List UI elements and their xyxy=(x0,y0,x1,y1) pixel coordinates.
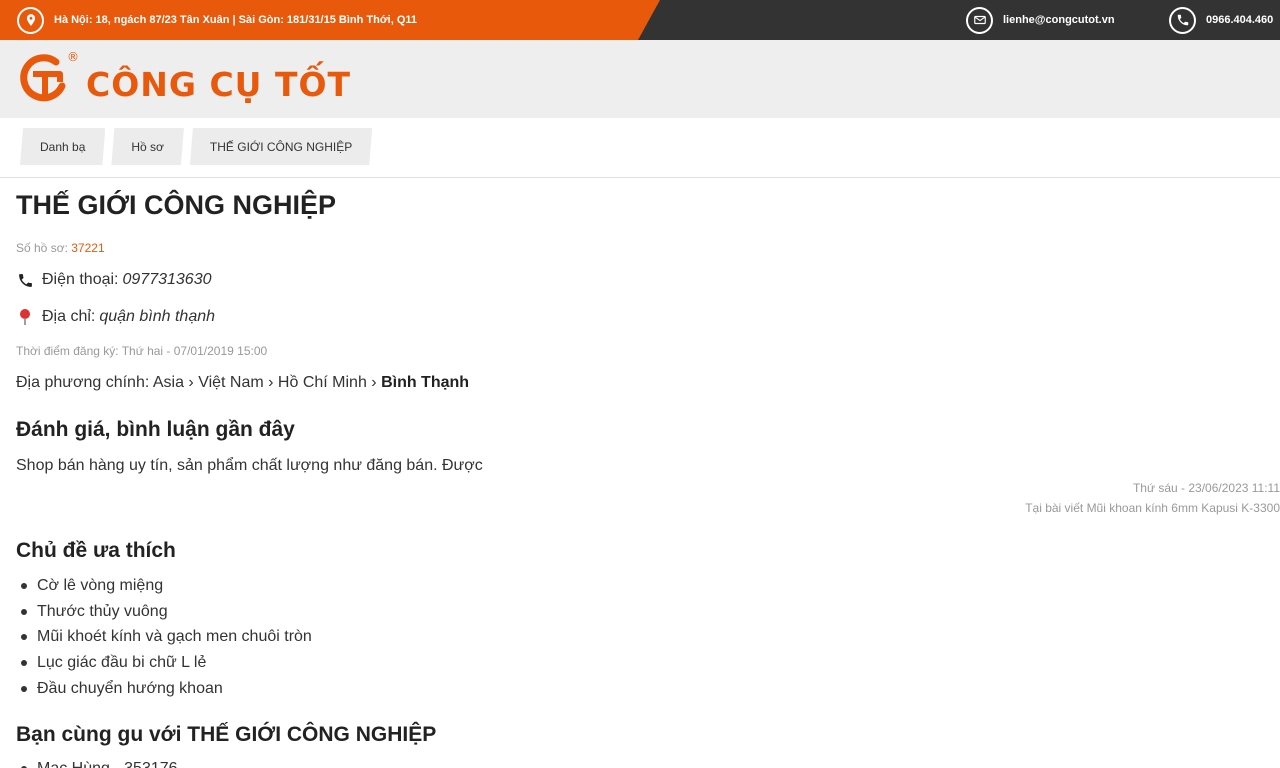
topic-label[interactable]: Đầu chuyển hướng khoan xyxy=(37,680,223,698)
email-text[interactable]: lienhe@congcutot.vn xyxy=(1003,14,1115,26)
registered-time: Thời điểm đăng ký: Thứ hai - 07/01/2019 … xyxy=(16,344,268,358)
breadcrumb-item-profile[interactable]: Hồ sơ xyxy=(111,128,184,165)
reviews-heading: Đánh giá, bình luận gần đây xyxy=(16,418,295,441)
phone-line: Điện thoại: 0977313630 xyxy=(16,271,211,289)
phone-text[interactable]: 0966.404.460 xyxy=(1206,14,1273,26)
top-bar: Hà Nội: 18, ngách 87/23 Tân Xuân | Sài G… xyxy=(0,0,1280,40)
bullet-icon xyxy=(21,634,27,641)
phone-link[interactable]: 0966.404.460 xyxy=(1169,0,1273,40)
page-title: THẾ GIỚI CÔNG NGHIỆP xyxy=(16,190,337,220)
topics-list: Cờ lê vòng miệng Thước thủy vuông Mũi kh… xyxy=(16,573,312,701)
address-line: Địa chỉ: quận bình thạnh xyxy=(16,308,215,326)
address-label: Địa chỉ: xyxy=(42,308,96,325)
review-source[interactable]: Tại bài viết Mũi khoan kính 6mm Kapusi K… xyxy=(1025,498,1280,518)
bullet-icon xyxy=(21,685,27,692)
address-info: Hà Nội: 18, ngách 87/23 Tân Xuân | Sài G… xyxy=(17,0,417,40)
email-link[interactable]: lienhe@congcutot.vn xyxy=(966,0,1115,40)
pushpin-icon xyxy=(16,308,34,326)
bullet-icon xyxy=(21,659,27,666)
topic-label[interactable]: Cờ lê vòng miệng xyxy=(37,577,163,595)
site-header: ® CÔNG CỤ TỐT xyxy=(0,40,1280,118)
list-item[interactable]: Đầu chuyển hướng khoan xyxy=(16,676,312,702)
list-item[interactable]: Cờ lê vòng miệng xyxy=(16,573,312,599)
topic-label[interactable]: Mũi khoét kính và gạch men chuôi tròn xyxy=(37,628,312,646)
breadcrumb-item-directory[interactable]: Danh bạ xyxy=(20,128,105,165)
header-divider xyxy=(0,177,1280,178)
svg-text:®: ® xyxy=(67,50,78,64)
topic-label[interactable]: Thước thủy vuông xyxy=(37,603,168,621)
topic-label[interactable]: Lục giác đầu bi chữ L lẻ xyxy=(37,654,206,672)
breadcrumb-item-current[interactable]: THẾ GIỚI CÔNG NGHIỆP xyxy=(190,128,372,165)
review-date: Thứ sáu - 23/06/2023 11:11 xyxy=(1132,481,1280,495)
profile-number-value: 37221 xyxy=(71,241,105,255)
topics-heading: Chủ đề ưa thích xyxy=(16,539,176,562)
review-meta: Thứ sáu - 23/06/2023 11:11 Tại bài viết … xyxy=(1025,478,1280,518)
list-item[interactable]: Thước thủy vuông xyxy=(16,599,312,625)
phone-value: 0977313630 xyxy=(122,271,212,288)
list-item[interactable]: Mạc Hùng - 353176 xyxy=(16,756,178,768)
location-pin-icon xyxy=(17,6,44,34)
address-text: Hà Nội: 18, ngách 87/23 Tân Xuân | Sài G… xyxy=(54,14,418,26)
similar-heading: Bạn cùng gu với THẾ GIỚI CÔNG NGHIỆP xyxy=(16,723,437,746)
list-item[interactable]: Lục giác đầu bi chữ L lẻ xyxy=(16,650,312,676)
telephone-icon xyxy=(16,271,34,289)
profile-number-label: Số hồ sơ: xyxy=(16,241,68,255)
region-path[interactable]: Asia › Việt Nam › Hồ Chí Minh › xyxy=(153,374,377,391)
profile-number: Số hồ sơ: 37221 xyxy=(16,241,105,255)
logo-mark-icon: ® xyxy=(16,50,79,104)
phone-label: Điện thoại: xyxy=(42,271,119,288)
phone-icon xyxy=(1169,6,1196,34)
logo-text: CÔNG CỤ TỐT xyxy=(86,64,352,104)
bullet-icon xyxy=(21,608,27,615)
envelope-icon xyxy=(966,6,993,34)
region-current[interactable]: Bình Thạnh xyxy=(381,374,469,391)
review-text: Shop bán hàng uy tín, sản phẩm chất lượn… xyxy=(16,457,483,474)
breadcrumb: Danh bạ Hồ sơ THẾ GIỚI CÔNG NGHIỆP xyxy=(20,128,372,165)
similar-list: Mạc Hùng - 353176 xyxy=(16,756,178,768)
address-value: quận bình thạnh xyxy=(99,308,216,325)
similar-user-label[interactable]: Mạc Hùng - 353176 xyxy=(37,760,178,768)
region-line: Địa phương chính: Asia › Việt Nam › Hồ C… xyxy=(16,374,469,392)
bullet-icon xyxy=(21,582,27,589)
list-item[interactable]: Mũi khoét kính và gạch men chuôi tròn xyxy=(16,624,312,650)
site-logo[interactable]: ® CÔNG CỤ TỐT xyxy=(16,50,351,104)
region-label: Địa phương chính: xyxy=(16,374,150,391)
